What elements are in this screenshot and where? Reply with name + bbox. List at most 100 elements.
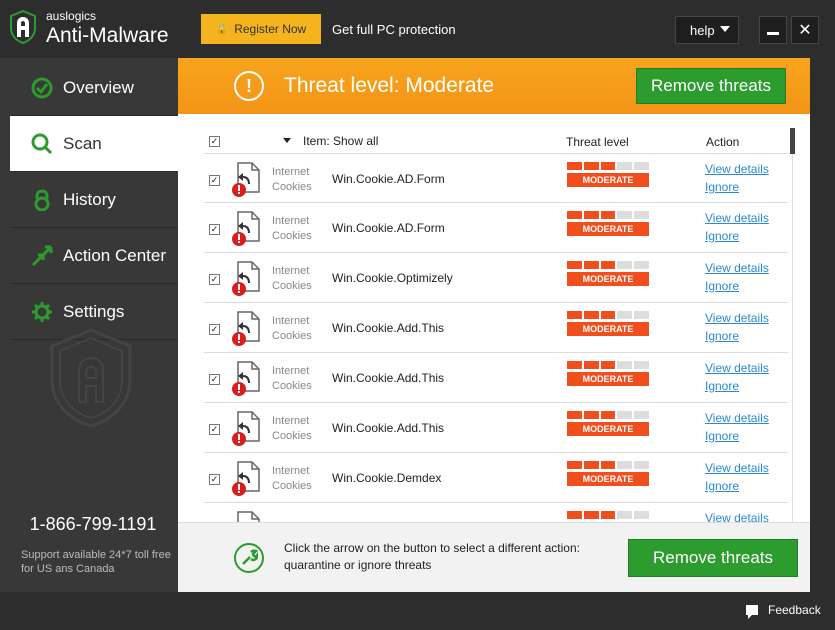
threat-bar-segment [617,361,633,369]
minimize-button[interactable] [759,16,787,44]
sidebar-item-scan[interactable]: Scan [10,116,178,172]
table-row: ✓ Internet Cookies Win.Cookie.AD.Form MO… [204,203,788,253]
minimize-icon [767,31,779,35]
threat-level-header: Threat level [566,135,629,149]
threat-bar-segment [600,461,616,469]
view-details-link[interactable]: View details [705,311,769,325]
threat-level-indicator: MODERATE [567,261,649,286]
ignore-link[interactable]: Ignore [705,329,739,343]
ignore-link[interactable]: Ignore [705,379,739,393]
threat-bar-segment [600,162,616,170]
chevron-down-icon [720,26,730,32]
brand-small: auslogics [46,9,97,23]
row-category: Internet Cookies [272,415,312,442]
support-text: Support available 24*7 toll free for US … [21,549,171,575]
threat-bar-segment [567,461,582,469]
sidebar-item-overview[interactable]: Overview [10,60,178,116]
threat-level-indicator: MODERATE [567,361,649,386]
threat-bar-segment [617,261,633,269]
row-checkbox[interactable]: ✓ [209,175,220,186]
lock-icon [31,188,53,211]
threat-level-bars [567,261,649,269]
threat-level-banner: ! Threat level: Moderate Remove threats [178,58,810,114]
lock-icon: 🔒 [215,23,229,35]
threat-bar-segment [583,261,599,269]
item-filter-label[interactable]: Item: Show all [303,134,378,148]
threat-level-indicator: MODERATE [567,461,649,486]
row-threat-name: Win.Cookie.Add.This [332,421,445,435]
threat-bar-segment [617,211,633,219]
row-checkbox[interactable]: ✓ [209,424,220,435]
row-checkbox[interactable]: ✓ [209,374,220,385]
support-phone: 1-866-799-1191 [29,514,157,534]
row-checkbox[interactable]: ✓ [209,274,220,285]
view-details-link[interactable]: View details [705,211,769,225]
row-checkbox[interactable]: ✓ [209,324,220,335]
threat-bar-segment [583,511,599,519]
view-details-link[interactable]: View details [705,261,769,275]
ignore-link[interactable]: Ignore [705,479,739,493]
row-threat-name: Win.Cookie.Optimizely [332,271,453,285]
threat-bar-segment [583,162,599,170]
remove-threats-button-bottom[interactable]: Remove threats [628,539,798,577]
ignore-link[interactable]: Ignore [705,229,739,243]
sidebar-item-action-center[interactable]: Action Center [10,228,178,284]
threat-bar-segment [583,211,599,219]
footer: Feedback [0,592,835,630]
threat-level-badge: MODERATE [567,272,649,286]
help-dropdown[interactable]: help [675,16,739,44]
sort-arrow-icon[interactable] [283,138,291,143]
wrench-icon [234,543,264,573]
sidebar: Overview Scan History Action Center Sett… [0,58,178,592]
register-now-button[interactable]: 🔒 Register Now [201,14,321,44]
threat-level-badge: MODERATE [567,372,649,386]
register-label: Register Now [234,22,307,36]
row-checkbox[interactable]: ✓ [209,474,220,485]
threat-level-badge: MODERATE [567,422,649,436]
check-circle-icon [31,77,53,99]
threat-level-indicator: MODERATE [567,211,649,236]
list-header: ✓ Item: Show all Threat level Action [178,114,810,152]
sidebar-item-history[interactable]: History [10,172,178,228]
threat-bar-segment [634,461,649,469]
arrows-icon [31,245,53,267]
remove-threats-button-top[interactable]: Remove threats [636,68,786,104]
ignore-link[interactable]: Ignore [705,429,739,443]
view-details-link[interactable]: View details [705,461,769,475]
row-checkbox[interactable]: ✓ [209,224,220,235]
row-threat-name: Win.Cookie.Add.This [332,321,445,335]
threat-bar-segment [634,261,649,269]
action-hint-text: Click the arrow on the button to select … [284,541,580,572]
view-details-link[interactable]: View details [705,162,769,176]
scrollbar-track[interactable] [792,154,793,522]
threat-level-badge: MODERATE [567,222,649,236]
threat-bar-segment [567,211,582,219]
threat-bar-segment [583,461,599,469]
infected-file-icon [232,211,260,246]
view-details-link[interactable]: View details [705,411,769,425]
ignore-link[interactable]: Ignore [705,279,739,293]
table-row: ✓ View details [204,503,788,522]
scrollbar-thumb[interactable] [790,128,795,154]
threat-bar-segment [567,311,582,319]
threat-level-indicator [567,511,649,522]
threat-bar-segment [617,511,633,519]
threat-bar-segment [617,411,633,419]
view-details-link[interactable]: View details [705,361,769,375]
infected-file-icon [237,511,260,522]
sidebar-item-label: Scan [63,133,102,153]
row-category: Internet Cookies [272,465,312,492]
threat-level-indicator: MODERATE [567,311,649,336]
row-category: Internet Cookies [272,265,312,292]
threat-bar-segment [600,511,616,519]
select-all-checkbox[interactable]: ✓ [209,136,220,147]
table-row: ✓ Internet Cookies Win.Cookie.Optimizely… [204,253,788,303]
threat-bar-segment [600,311,616,319]
row-category: Internet Cookies [272,315,312,342]
ignore-link[interactable]: Ignore [705,180,739,194]
feedback-link[interactable]: Feedback [746,603,821,619]
view-details-link[interactable]: View details [705,511,769,522]
threat-level-bars [567,511,649,519]
close-button[interactable]: ✕ [791,16,819,44]
threat-level-bars [567,311,649,319]
